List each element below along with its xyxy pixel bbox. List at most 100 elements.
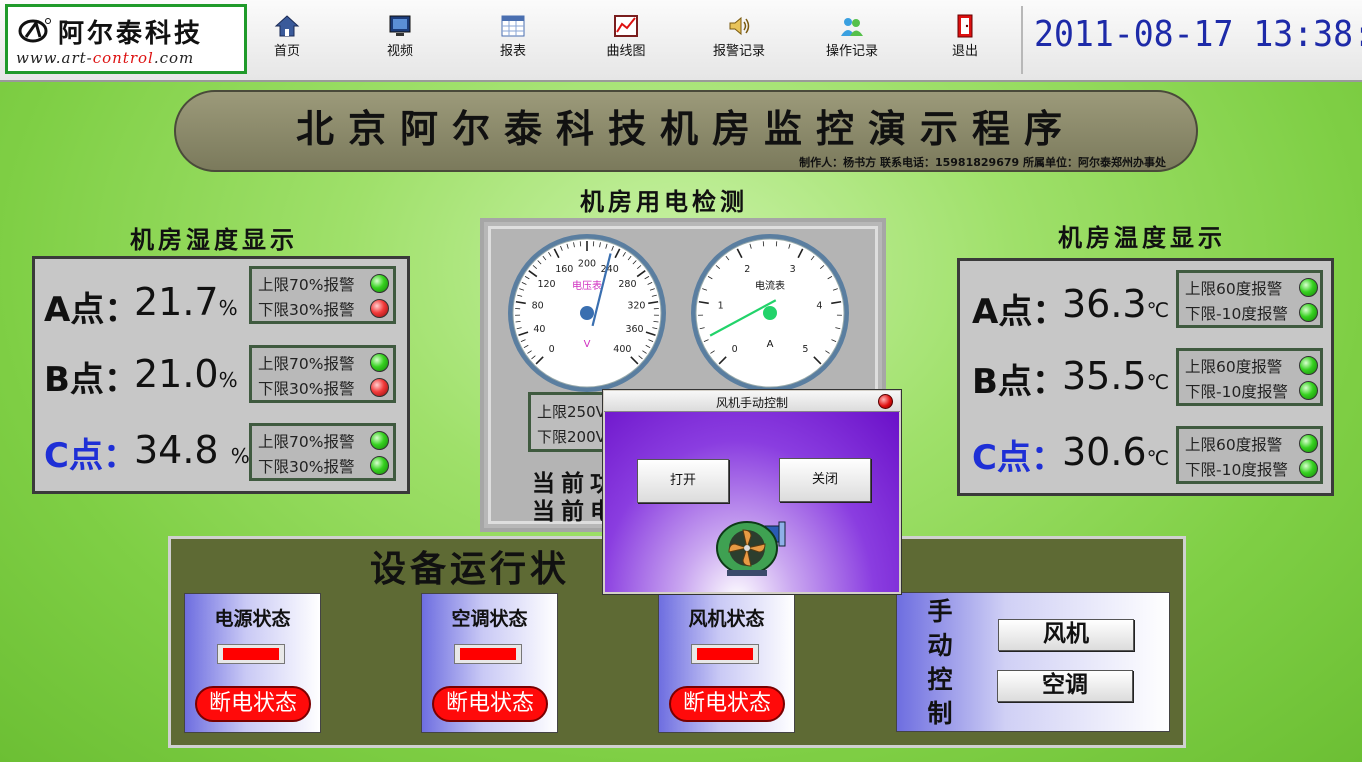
fan-control-button[interactable]: 风机 bbox=[998, 619, 1134, 651]
humidity-b-value: 21.0% bbox=[134, 352, 238, 396]
nav-label: 视频 bbox=[386, 44, 413, 59]
fan-open-button[interactable]: 打开 bbox=[637, 459, 729, 503]
power-status-card: 电源状态 断电状态 bbox=[184, 593, 321, 733]
temperature-c-alarm-box: 上限60度报警 下限-10度报警 bbox=[1176, 426, 1323, 484]
nav-video[interactable]: 视频 bbox=[360, 14, 440, 59]
manual-control-card: 手 动 控 制 bbox=[896, 592, 1170, 732]
nav-curve[interactable]: 曲线图 bbox=[586, 14, 666, 59]
gauge-tick-label: 400 bbox=[613, 344, 631, 355]
power-status-title: 电源状态 bbox=[214, 608, 291, 630]
logo-url: www.art-control.com bbox=[16, 49, 195, 67]
humidity-title: 机房湿度显示 bbox=[130, 225, 298, 254]
gauge-tick-label: 240 bbox=[601, 264, 619, 275]
gauge-tick-label: 80 bbox=[532, 301, 544, 312]
exit-door-icon bbox=[957, 14, 973, 38]
lower-limit-label: 下限-10度报警 bbox=[1185, 305, 1288, 323]
lower-limit-label: 下限30%报警 bbox=[258, 301, 355, 319]
temperature-b-alarm-box: 上限60度报警 下限-10度报警 bbox=[1176, 348, 1323, 406]
gauge-tick-label: 320 bbox=[627, 301, 645, 312]
upper-alarm-led bbox=[370, 274, 389, 293]
fan-status-badge: 断电状态 bbox=[669, 686, 785, 722]
home-icon bbox=[274, 15, 300, 37]
lower-limit-label: 下限-10度报警 bbox=[1185, 383, 1288, 401]
dialog-titlebar[interactable]: 风机手动控制 bbox=[604, 391, 900, 412]
gauge-tick-label: 360 bbox=[625, 324, 643, 335]
humidity-a-alarm-box: 上限70%报警 下限30%报警 bbox=[249, 266, 396, 324]
speaker-icon bbox=[729, 16, 750, 36]
upper-limit-label: 上限70%报警 bbox=[258, 355, 355, 373]
nav-alarm-log[interactable]: 报警记录 bbox=[699, 14, 779, 59]
nav-label: 首页 bbox=[273, 44, 300, 59]
humidity-a-value: 21.7% bbox=[134, 280, 238, 324]
page-title: 北京阿尔泰科技机房监控演示程序 bbox=[295, 106, 1076, 151]
gauge-tick-label: 5 bbox=[802, 344, 808, 355]
author-info: 制作人：杨书方 联系电话：15981829679 所属单位：阿尔泰郑州办事处 bbox=[799, 156, 1166, 169]
gauge-tick-label: 160 bbox=[555, 264, 573, 275]
dialog-close-icon[interactable] bbox=[878, 394, 893, 409]
voltage-limit-box: 上限250V 下限200V bbox=[528, 392, 608, 452]
ac-control-button[interactable]: 空调 bbox=[997, 670, 1133, 702]
nav-report[interactable]: 报表 bbox=[473, 14, 553, 59]
nav-label: 操作记录 bbox=[825, 44, 878, 59]
nav-label: 退出 bbox=[951, 44, 978, 59]
humidity-c-alarm-box: 上限70%报警 下限30%报警 bbox=[249, 423, 396, 481]
power-title: 机房用电检测 bbox=[580, 187, 748, 216]
toolbar-divider bbox=[1021, 6, 1023, 74]
fan-manual-control-dialog: 风机手动控制 打开 关闭 bbox=[602, 389, 902, 595]
upper-alarm-led bbox=[1299, 278, 1318, 297]
humidity-c-label: C点： bbox=[44, 436, 137, 476]
gauge-tick-label: 3 bbox=[790, 264, 796, 275]
ac-status-card: 空调状态 断电状态 bbox=[421, 593, 558, 733]
lower-alarm-led bbox=[370, 299, 389, 318]
gauge-tick-label: 200 bbox=[578, 259, 596, 270]
dialog-title: 风机手动控制 bbox=[715, 396, 788, 410]
users-icon bbox=[841, 18, 863, 36]
monitor-icon bbox=[389, 15, 411, 36]
company-logo: 阿尔泰科技 www.art-control.com bbox=[5, 4, 247, 74]
temperature-a-alarm-box: 上限60度报警 下限-10度报警 bbox=[1176, 270, 1323, 328]
nav-label: 曲线图 bbox=[606, 44, 646, 59]
logo-company-name: 阿尔泰科技 bbox=[58, 19, 204, 49]
temperature-title: 机房温度显示 bbox=[1058, 223, 1226, 252]
voltage-upper-limit: 上限250V bbox=[537, 403, 606, 421]
upper-alarm-led bbox=[1299, 356, 1318, 375]
fan-status-card: 风机状态 断电状态 bbox=[658, 593, 795, 733]
logo-mark-icon bbox=[18, 18, 51, 43]
gauge-hub bbox=[580, 306, 594, 320]
nav-exit[interactable]: 退出 bbox=[925, 14, 1005, 59]
gauge-tick-label: 2 bbox=[744, 264, 750, 275]
upper-alarm-led bbox=[1299, 434, 1318, 453]
title-banner: 北京阿尔泰科技机房监控演示程序 制作人：杨书方 联系电话：15981829679… bbox=[174, 90, 1198, 172]
nav-label: 报表 bbox=[499, 44, 526, 59]
nav-label: 报警记录 bbox=[712, 44, 765, 59]
gauge-name: 电压表 bbox=[572, 279, 602, 292]
lower-limit-label: 下限-10度报警 bbox=[1185, 461, 1288, 479]
manual-control-label: 手 动 控 制 bbox=[927, 597, 953, 728]
gauge-tick-label: 40 bbox=[533, 324, 545, 335]
dialog-body: 打开 关闭 bbox=[605, 412, 899, 592]
upper-alarm-led bbox=[370, 431, 389, 450]
lower-alarm-led bbox=[1299, 381, 1318, 400]
humidity-b-label: B点： bbox=[44, 360, 138, 400]
ac-status-title: 空调状态 bbox=[451, 608, 528, 630]
nav-home[interactable]: 首页 bbox=[247, 14, 327, 59]
nav-operation-log[interactable]: 操作记录 bbox=[812, 14, 892, 59]
fan-status-title: 风机状态 bbox=[688, 608, 765, 630]
gauge-tick-label: 4 bbox=[816, 301, 822, 312]
voltage-lower-limit: 下限200V bbox=[537, 428, 606, 446]
gauge-tick-label: 0 bbox=[732, 344, 738, 355]
upper-limit-label: 上限60度报警 bbox=[1185, 358, 1283, 376]
voltage-gauge: 0 40 80 120160 200 240 280 320 360 400 电压表 V bbox=[508, 234, 666, 392]
fan-close-button[interactable]: 关闭 bbox=[779, 458, 871, 502]
gauge-tick-label: 1 bbox=[718, 301, 724, 312]
datetime-display: 2011-08-17 13:38:26 bbox=[1034, 14, 1362, 55]
lower-alarm-led bbox=[1299, 303, 1318, 322]
temperature-a-label: A点： bbox=[972, 292, 1067, 332]
gauge-tick-label: 280 bbox=[618, 279, 636, 290]
lower-alarm-led bbox=[370, 456, 389, 475]
gauge-name: 电流表 bbox=[755, 279, 785, 292]
upper-limit-label: 上限60度报警 bbox=[1185, 280, 1283, 298]
humidity-b-alarm-box: 上限70%报警 下限30%报警 bbox=[249, 345, 396, 403]
ac-status-indicator bbox=[454, 644, 522, 664]
humidity-c-value: 34.8 % bbox=[134, 428, 250, 472]
